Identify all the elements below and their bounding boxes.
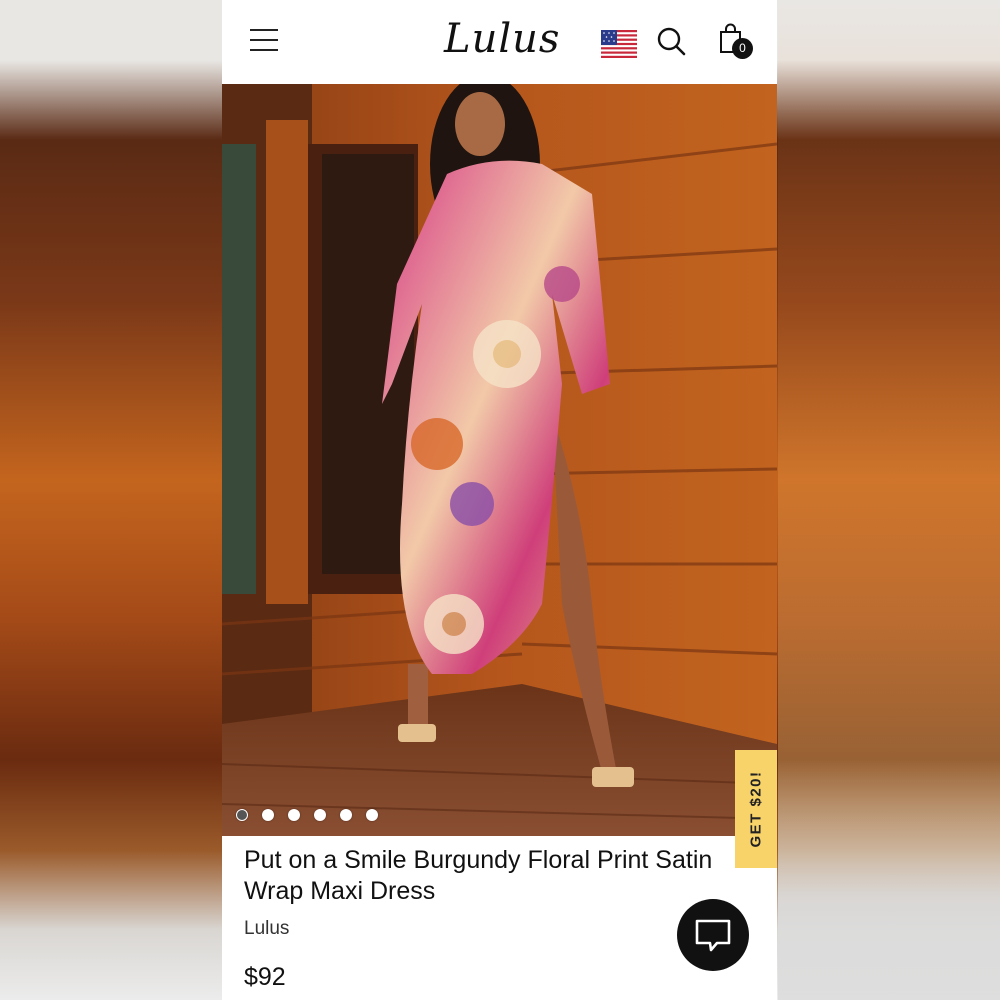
product-image[interactable] <box>222 84 777 836</box>
us-flag-icon[interactable] <box>601 30 637 58</box>
chat-bubble-icon <box>695 919 731 952</box>
carousel-dot[interactable] <box>314 809 326 821</box>
search-icon[interactable] <box>656 26 686 56</box>
mobile-page: Lulus 0 GET $20! Put on a Smile Burgundy… <box>222 0 777 1000</box>
site-logo[interactable]: Lulus <box>444 12 559 66</box>
carousel-dot[interactable] <box>288 809 300 821</box>
carousel-dot[interactable] <box>340 809 352 821</box>
product-title: Put on a Smile Burgundy Floral Print Sat… <box>244 846 713 905</box>
promo-label: GET $20! <box>747 770 765 848</box>
cart-count-badge: 0 <box>732 38 753 59</box>
carousel-dot[interactable] <box>262 809 274 821</box>
product-price: $92 <box>244 963 286 991</box>
product-brand-link[interactable]: Lulus <box>244 918 289 940</box>
get-discount-tab[interactable]: GET $20! <box>735 750 777 868</box>
hamburger-menu-icon[interactable] <box>250 29 278 51</box>
site-header: Lulus 0 <box>222 0 777 84</box>
carousel-dot[interactable] <box>366 809 378 821</box>
shopping-bag-button[interactable]: 0 <box>718 22 756 60</box>
carousel-dot[interactable] <box>236 809 248 821</box>
product-photo <box>222 84 777 836</box>
carousel-dots <box>236 809 378 823</box>
chat-button[interactable] <box>677 899 749 971</box>
